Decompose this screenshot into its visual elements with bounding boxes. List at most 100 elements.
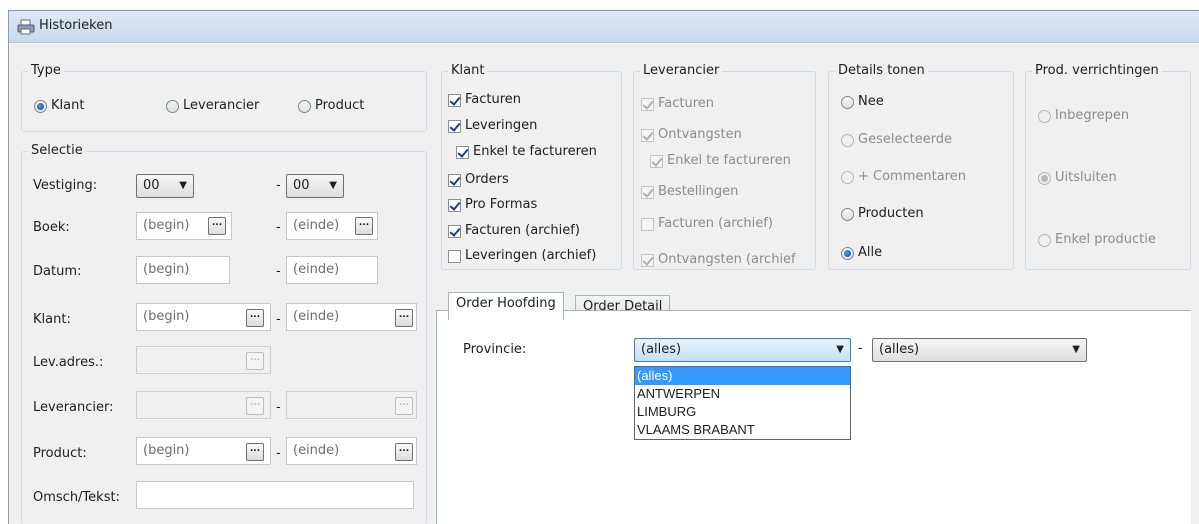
range-dash: - bbox=[276, 220, 281, 235]
checkbox-indicator bbox=[448, 93, 461, 107]
chevron-down-icon: ▼ bbox=[179, 180, 187, 191]
range-dash: - bbox=[276, 264, 281, 279]
radio-label: Producten bbox=[858, 206, 924, 221]
checkbox-indicator bbox=[448, 119, 461, 133]
lev-check-ontvangsten-archief[interactable]: Ontvangsten (archief bbox=[641, 252, 796, 269]
checkbox-indicator bbox=[650, 154, 663, 168]
checkbox-label: Facturen (archief) bbox=[465, 223, 580, 238]
radio-indicator bbox=[166, 99, 179, 113]
radio-indicator bbox=[1038, 109, 1051, 123]
vestiging-to-select[interactable]: 00 ▼ bbox=[286, 174, 344, 198]
checkbox-label: Ontvangsten bbox=[658, 127, 742, 142]
type-option-label: Leverancier bbox=[183, 98, 260, 113]
datum-label: Datum: bbox=[33, 264, 82, 279]
klant-legend: Klant bbox=[448, 63, 488, 79]
klant-check-orders[interactable]: Orders bbox=[448, 172, 509, 189]
printer-icon bbox=[17, 19, 35, 35]
dropdown-option-limburg[interactable]: LIMBURG bbox=[635, 403, 850, 421]
boek-from-value: (begin) bbox=[143, 218, 190, 233]
details-radio-alle[interactable]: Alle bbox=[841, 245, 882, 262]
radio-indicator bbox=[841, 95, 854, 109]
radio-indicator bbox=[841, 246, 854, 260]
klant-label: Klant: bbox=[33, 312, 71, 327]
lev-check-ontvangsten[interactable]: Ontvangsten bbox=[641, 127, 742, 144]
prod-legend: Prod. verrichtingen bbox=[1032, 63, 1162, 79]
type-radio-product[interactable]: Product bbox=[298, 98, 364, 115]
range-dash: - bbox=[276, 446, 281, 461]
prod-radio-uitsluiten[interactable]: Uitsluiten bbox=[1038, 170, 1117, 187]
leverancier-from-browse-button[interactable]: ... bbox=[246, 397, 264, 415]
klant-check-leveringen[interactable]: Leveringen bbox=[448, 118, 537, 135]
checkbox-indicator bbox=[448, 173, 461, 187]
provincie-to-select[interactable]: (alles) ▼ bbox=[872, 338, 1087, 362]
prod-radio-enkel-productie[interactable]: Enkel productie bbox=[1038, 232, 1156, 249]
klant-check-facturen[interactable]: Facturen bbox=[448, 92, 521, 109]
radio-label: Alle bbox=[858, 245, 883, 260]
product-from-browse-button[interactable]: ... bbox=[246, 443, 264, 461]
klant-to-browse-button[interactable]: ... bbox=[395, 309, 413, 327]
radio-indicator bbox=[298, 99, 311, 113]
provincie-from-select[interactable]: (alles) ▼ bbox=[634, 338, 851, 362]
radio-indicator bbox=[34, 99, 47, 113]
type-radio-leverancier[interactable]: Leverancier bbox=[166, 98, 259, 115]
product-to-value: (einde) bbox=[293, 443, 340, 458]
lev-adres-label: Lev.adres.: bbox=[33, 355, 104, 370]
boek-to-value: (einde) bbox=[293, 218, 340, 233]
checkbox-label: Bestellingen bbox=[658, 184, 739, 199]
product-to-browse-button[interactable]: ... bbox=[395, 443, 413, 461]
datum-to-input[interactable]: (einde) bbox=[286, 256, 378, 284]
details-radio-commentaren[interactable]: + Commentaren bbox=[841, 169, 966, 186]
checkbox-label: Enkel te factureren bbox=[667, 153, 791, 168]
chevron-down-icon: ▼ bbox=[329, 180, 337, 191]
datum-from-input[interactable]: (begin) bbox=[136, 256, 230, 284]
radio-label: Nee bbox=[858, 94, 884, 109]
datum-to-value: (einde) bbox=[293, 262, 340, 277]
selectie-group: Selectie bbox=[21, 143, 427, 524]
details-radio-producten[interactable]: Producten bbox=[841, 206, 924, 223]
dropdown-option-antwerpen[interactable]: ANTWERPEN bbox=[635, 385, 850, 403]
product-label: Product: bbox=[33, 446, 87, 461]
product-from-value: (begin) bbox=[143, 443, 190, 458]
lev-check-bestellingen[interactable]: Bestellingen bbox=[641, 184, 738, 201]
lev-check-enkel-te-factureren[interactable]: Enkel te factureren bbox=[650, 153, 791, 170]
checkbox-indicator bbox=[641, 185, 654, 199]
omsch-tekst-label: Omsch/Tekst: bbox=[33, 490, 120, 505]
provincie-from-value: (alles) bbox=[641, 342, 682, 357]
klant-check-enkel-te-factureren[interactable]: Enkel te factureren bbox=[456, 144, 597, 161]
radio-indicator bbox=[1038, 171, 1051, 185]
leverancier-to-browse-button[interactable]: ... bbox=[395, 397, 413, 415]
checkbox-indicator bbox=[448, 198, 461, 212]
dropdown-option-vlaams-brabant[interactable]: VLAAMS BRABANT bbox=[635, 421, 850, 439]
klant-check-leveringen-archief[interactable]: Leveringen (archief) bbox=[448, 248, 596, 265]
provincie-dropdown-list: (alles) ANTWERPEN LIMBURG VLAAMS BRABANT bbox=[634, 366, 851, 440]
checkbox-indicator bbox=[448, 224, 461, 238]
type-radio-klant[interactable]: Klant bbox=[34, 98, 84, 115]
radio-label: Inbegrepen bbox=[1055, 108, 1130, 123]
dropdown-option-alles[interactable]: (alles) bbox=[635, 367, 850, 385]
vestiging-label: Vestiging: bbox=[33, 178, 98, 193]
leverancier-legend: Leverancier bbox=[640, 63, 723, 79]
checkbox-label: Leveringen bbox=[465, 118, 538, 133]
checkbox-label: Facturen bbox=[465, 92, 522, 107]
tab-order-hoofding[interactable]: Order Hoofding bbox=[448, 292, 564, 320]
prod-radio-inbegrepen[interactable]: Inbegrepen bbox=[1038, 108, 1129, 125]
vestiging-to-value: 00 bbox=[293, 178, 310, 193]
klant-from-browse-button[interactable]: ... bbox=[246, 309, 264, 327]
window-title: Historieken bbox=[39, 18, 113, 33]
klant-check-facturen-archief[interactable]: Facturen (archief) bbox=[448, 223, 580, 240]
boek-to-browse-button[interactable]: ... bbox=[355, 217, 373, 235]
omsch-tekst-input[interactable] bbox=[136, 481, 414, 509]
checkbox-indicator bbox=[641, 128, 654, 142]
checkbox-label: Ontvangsten (archief bbox=[658, 252, 796, 267]
lev-check-facturen[interactable]: Facturen bbox=[641, 96, 714, 113]
details-radio-geselecteerde[interactable]: Geselecteerde bbox=[841, 132, 952, 149]
checkbox-indicator bbox=[641, 253, 654, 267]
radio-label: Enkel productie bbox=[1055, 232, 1156, 247]
provincie-label: Provincie: bbox=[463, 342, 527, 357]
boek-from-browse-button[interactable]: ... bbox=[208, 217, 226, 235]
klant-check-pro-formas[interactable]: Pro Formas bbox=[448, 197, 537, 214]
lev-check-facturen-archief[interactable]: Facturen (archief) bbox=[641, 216, 773, 233]
details-radio-nee[interactable]: Nee bbox=[841, 94, 884, 111]
lev-adres-browse-button[interactable]: ... bbox=[246, 352, 264, 370]
vestiging-from-select[interactable]: 00 ▼ bbox=[136, 174, 194, 198]
